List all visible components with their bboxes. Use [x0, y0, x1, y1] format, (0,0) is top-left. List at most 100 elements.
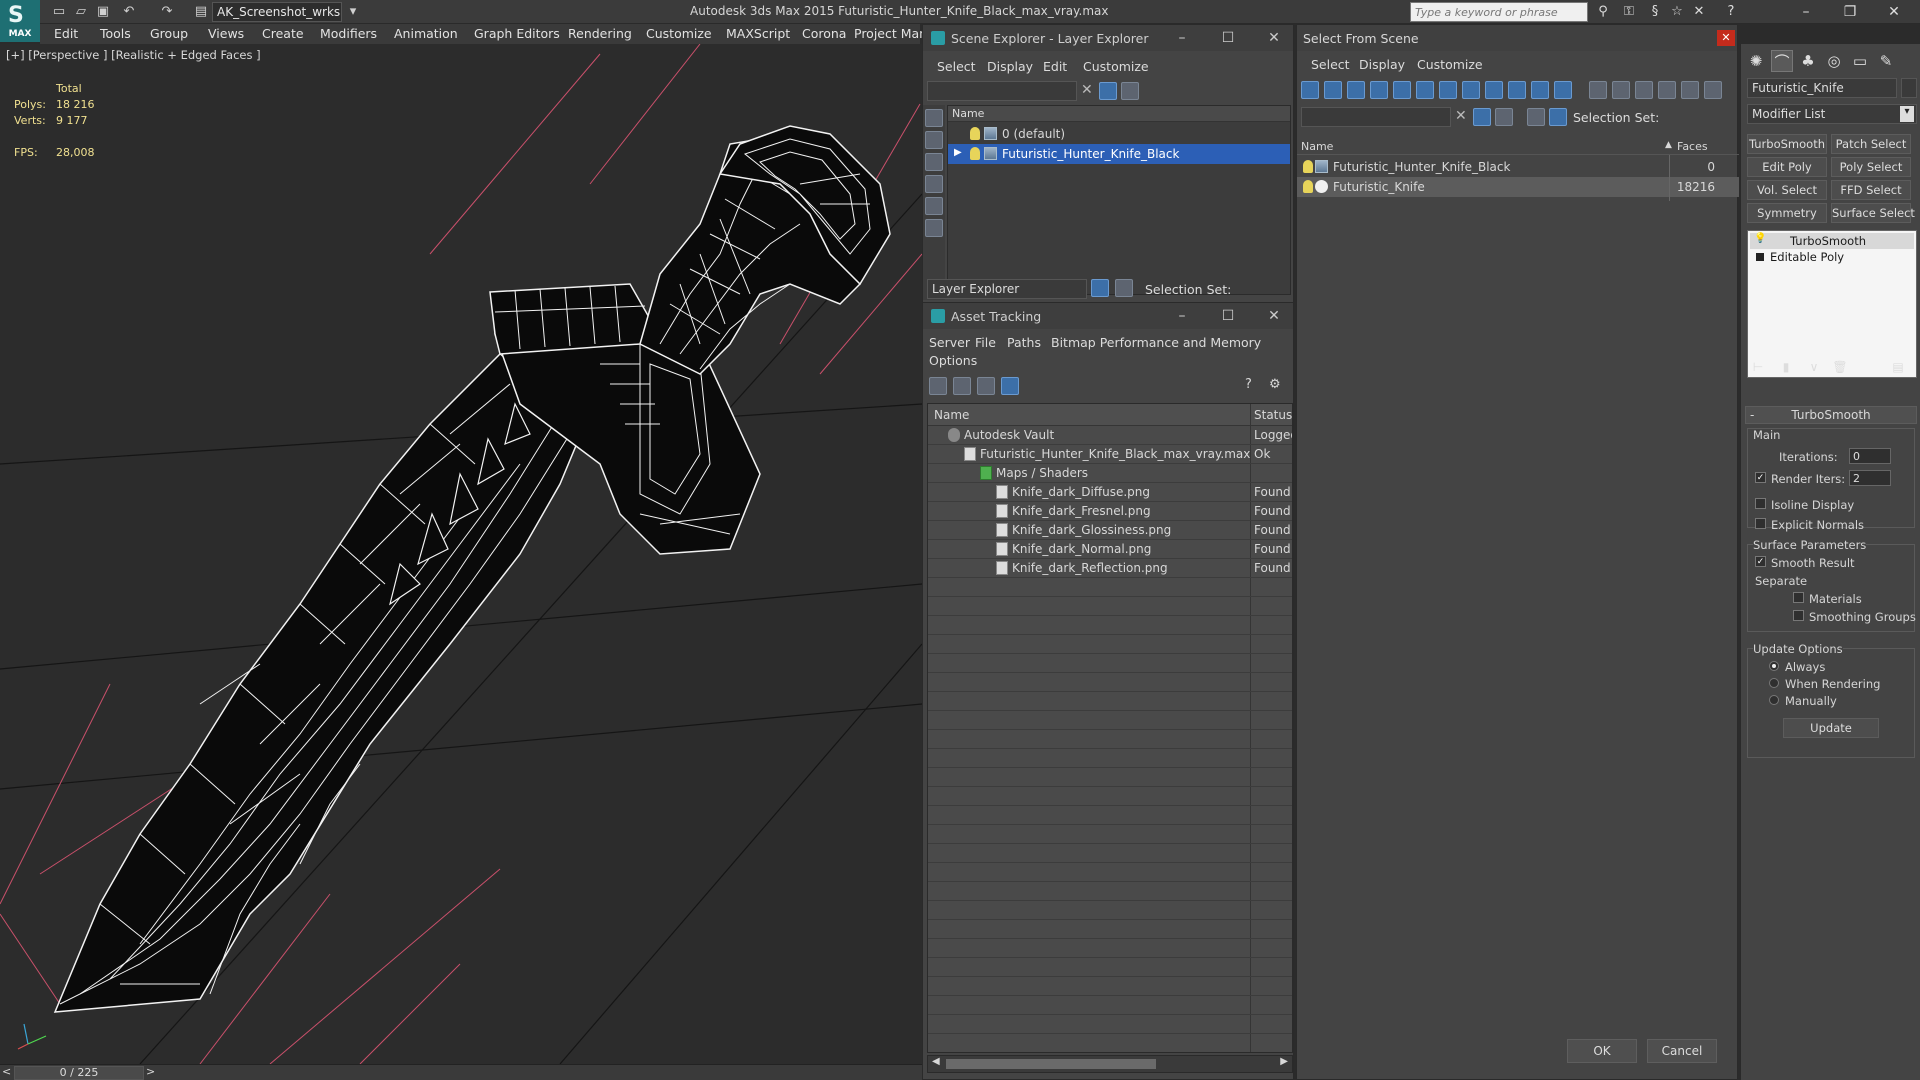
- hierarchy-tab-icon[interactable]: ♣: [1797, 50, 1819, 72]
- key-icon[interactable]: ⚿: [1620, 3, 1638, 21]
- viewport-label[interactable]: [+] [Perspective ] [Realistic + Edged Fa…: [6, 48, 261, 62]
- asset-tracking-close-button[interactable]: ✕: [1263, 306, 1285, 326]
- lightbulb-icon[interactable]: [970, 147, 980, 160]
- menu-create[interactable]: Create: [262, 26, 304, 41]
- stack-item-editable-poly[interactable]: Editable Poly: [1750, 249, 1914, 265]
- lightbulb-icon[interactable]: [1303, 180, 1313, 193]
- open-file-icon[interactable]: ▱: [72, 3, 90, 21]
- layer-tree-column-name[interactable]: Name: [948, 106, 1290, 122]
- sfs-display-shapes-icon[interactable]: [1324, 81, 1342, 99]
- sfs-display-bones-icon[interactable]: [1485, 81, 1503, 99]
- maximize-button[interactable]: ❐: [1828, 0, 1872, 24]
- sfs-display-xrefs-icon[interactable]: [1462, 81, 1480, 99]
- always-radio[interactable]: [1769, 661, 1779, 671]
- asset-row[interactable]: Knife_dark_Normal.png Found: [928, 540, 1292, 559]
- object-color-swatch[interactable]: [1901, 78, 1917, 98]
- new-file-icon[interactable]: ▭: [50, 3, 68, 21]
- cancel-button[interactable]: Cancel: [1647, 1039, 1717, 1063]
- sfs-display-invert-icon[interactable]: [1635, 81, 1653, 99]
- edit-poly-button[interactable]: Edit Poly: [1747, 157, 1827, 177]
- sfs-display-geometry-icon[interactable]: [1301, 81, 1319, 99]
- at-list-view-icon[interactable]: [953, 377, 971, 395]
- at-menu-bitmap-performance[interactable]: Bitmap Performance and Memory: [1051, 335, 1261, 350]
- render-iters-checkbox[interactable]: ✓: [1755, 472, 1766, 483]
- asset-tracking-maximize-button[interactable]: ☐: [1217, 306, 1239, 326]
- sfs-display-groups-icon[interactable]: [1439, 81, 1457, 99]
- stack-item-turbosmooth[interactable]: 💡 TurboSmooth: [1750, 233, 1914, 249]
- create-tab-icon[interactable]: ✺: [1745, 50, 1767, 72]
- asset-tracking-minimize-button[interactable]: –: [1171, 306, 1193, 326]
- sfs-menu-select[interactable]: Select: [1311, 57, 1350, 72]
- perspective-viewport[interactable]: [+] [Perspective ] [Realistic + Edged Fa…: [0, 44, 922, 1064]
- select-from-scene-titlebar[interactable]: Select From Scene ✕: [1297, 25, 1737, 51]
- modify-tab-icon[interactable]: ⌒: [1771, 50, 1793, 72]
- se-layer-tool-icon[interactable]: [1121, 82, 1139, 100]
- menu-group[interactable]: Group: [150, 26, 188, 41]
- timeline[interactable]: < 0 / 225 >: [0, 1064, 922, 1080]
- sfs-clear-filter-icon[interactable]: ✕: [1455, 108, 1467, 124]
- sfs-col-name[interactable]: Name: [1301, 140, 1333, 153]
- show-end-result-icon[interactable]: ▮: [1775, 356, 1797, 378]
- app-logo-icon[interactable]: S MAX: [0, 0, 40, 42]
- sfs-filter-input[interactable]: [1301, 107, 1451, 127]
- menu-edit[interactable]: Edit: [54, 26, 78, 41]
- se-display-lights-icon[interactable]: [925, 153, 943, 171]
- surface-select-button[interactable]: Surface Select: [1831, 203, 1915, 223]
- menu-modifiers[interactable]: Modifiers: [320, 26, 377, 41]
- sfs-sort-filter-icon[interactable]: [1658, 81, 1676, 99]
- sign-in-icon[interactable]: ✕: [1690, 3, 1708, 21]
- quick-access-chevron-icon[interactable]: ▾: [344, 3, 362, 21]
- lightbulb-icon[interactable]: [970, 127, 980, 140]
- minimize-button[interactable]: –: [1784, 0, 1828, 24]
- sfs-options-icon[interactable]: [1495, 108, 1513, 126]
- select-from-scene-close-button[interactable]: ✕: [1717, 30, 1735, 46]
- se-menu-select[interactable]: Select: [937, 59, 976, 74]
- timeline-prev-icon[interactable]: <: [2, 1065, 11, 1078]
- isoline-checkbox[interactable]: [1755, 498, 1766, 509]
- workspace-dropdown[interactable]: AK_Screenshot_wrksp: [212, 2, 342, 22]
- sfs-display-all-icon[interactable]: [1589, 81, 1607, 99]
- sfs-display-cameras-icon[interactable]: [1370, 81, 1388, 99]
- manually-radio[interactable]: [1769, 695, 1779, 705]
- menu-maxscript[interactable]: MAXScript: [726, 26, 790, 41]
- pin-stack-icon[interactable]: ⊢: [1747, 356, 1769, 378]
- symmetry-button[interactable]: Symmetry: [1747, 203, 1827, 223]
- sfs-display-frozen-icon[interactable]: [1531, 81, 1549, 99]
- asset-col-name[interactable]: Name: [934, 408, 969, 422]
- close-button[interactable]: ✕: [1872, 0, 1916, 24]
- at-help-icon[interactable]: ?: [1245, 377, 1252, 392]
- configure-modifier-sets-icon[interactable]: ▤: [1887, 356, 1909, 378]
- motion-tab-icon[interactable]: ◎: [1823, 50, 1845, 72]
- turbosmooth-button[interactable]: TurboSmooth: [1747, 134, 1827, 154]
- smooth-result-checkbox[interactable]: ✓: [1755, 556, 1766, 567]
- scene-explorer-maximize-button[interactable]: ☐: [1217, 28, 1239, 48]
- materials-checkbox[interactable]: [1793, 592, 1804, 603]
- at-table-view-icon[interactable]: [1001, 377, 1019, 395]
- expand-arrow-icon[interactable]: ▶: [954, 147, 962, 158]
- at-refresh-icon[interactable]: [929, 377, 947, 395]
- se-display-helpers-icon[interactable]: [925, 197, 943, 215]
- ok-button[interactable]: OK: [1567, 1039, 1637, 1063]
- menu-project-manager[interactable]: Project Man: [854, 26, 927, 41]
- favorites-star-icon[interactable]: ☆: [1668, 3, 1686, 21]
- undo-icon[interactable]: ↶: [120, 3, 138, 21]
- patch-select-button[interactable]: Patch Select: [1831, 134, 1911, 154]
- scrollbar-thumb[interactable]: [946, 1059, 1156, 1069]
- scene-explorer-titlebar[interactable]: Scene Explorer - Layer Explorer – ☐ ✕: [923, 25, 1293, 51]
- save-file-icon[interactable]: ▣: [94, 3, 112, 21]
- search-input[interactable]: Type a keyword or phrase: [1410, 2, 1588, 22]
- scene-explorer-close-button[interactable]: ✕: [1263, 28, 1285, 48]
- smoothing-groups-checkbox[interactable]: [1793, 610, 1804, 621]
- sfs-display-none-icon[interactable]: [1612, 81, 1630, 99]
- communication-center-icon[interactable]: §: [1646, 3, 1664, 21]
- knife-mesh[interactable]: [53, 125, 891, 1013]
- lightbulb-icon[interactable]: [1303, 160, 1313, 173]
- menu-views[interactable]: Views: [208, 26, 244, 41]
- menu-customize[interactable]: Customize: [646, 26, 712, 41]
- se-hierarchy-icon[interactable]: [1115, 279, 1133, 297]
- se-display-shapes-icon[interactable]: [925, 131, 943, 149]
- se-menu-edit[interactable]: Edit: [1043, 59, 1067, 74]
- sfs-menu-customize[interactable]: Customize: [1417, 57, 1483, 72]
- asset-row[interactable]: Knife_dark_Diffuse.png Found: [928, 483, 1292, 502]
- timeline-next-icon[interactable]: >: [146, 1065, 155, 1078]
